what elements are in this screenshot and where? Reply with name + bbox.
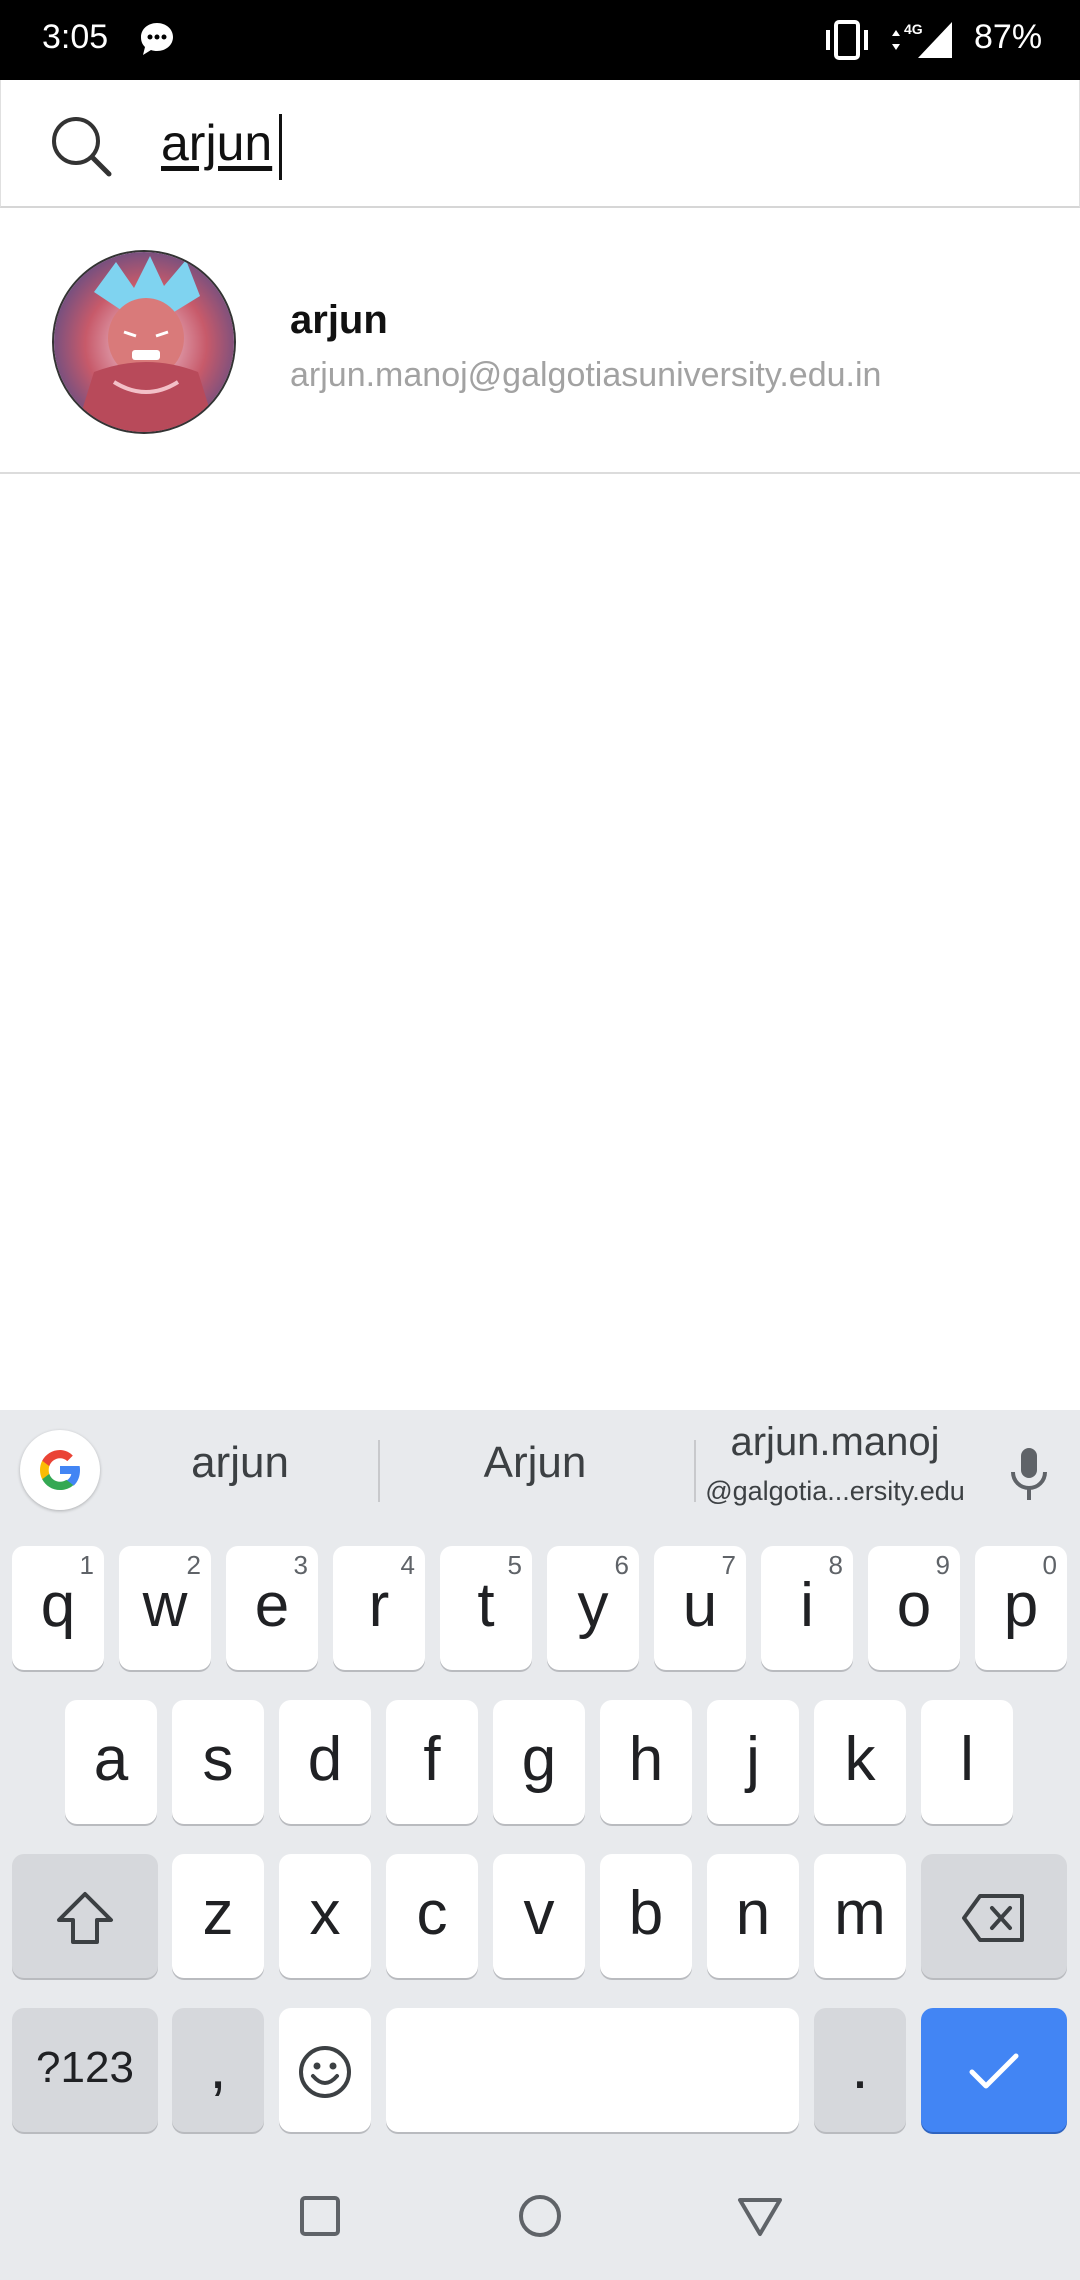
- symbols-key[interactable]: ?123: [12, 2008, 158, 2132]
- status-time: 3:05: [42, 18, 109, 56]
- backspace-key[interactable]: [921, 1854, 1067, 1978]
- key-p[interactable]: p0: [975, 1546, 1067, 1670]
- recents-icon[interactable]: [296, 2192, 344, 2240]
- message-icon: [138, 20, 176, 58]
- key-n[interactable]: n: [707, 1854, 799, 1978]
- key-h[interactable]: h: [600, 1700, 692, 1824]
- key-s[interactable]: s: [172, 1700, 264, 1824]
- text-cursor: [279, 114, 282, 180]
- vibrate-icon: [822, 18, 872, 62]
- key-o[interactable]: o9: [868, 1546, 960, 1670]
- suggestion-divider: [378, 1440, 380, 1502]
- key-j[interactable]: j: [707, 1700, 799, 1824]
- spacebar[interactable]: [386, 2008, 799, 2132]
- key-e[interactable]: e3: [226, 1546, 318, 1670]
- microphone-icon[interactable]: [1004, 1446, 1054, 1502]
- suggestion-3-detail: @galgotia...ersity.edu: [705, 1476, 965, 1506]
- search-icon: [49, 114, 115, 180]
- key-a[interactable]: a: [65, 1700, 157, 1824]
- backspace-icon: [962, 1893, 1024, 1942]
- shift-icon: [57, 1891, 113, 1944]
- key-i[interactable]: i8: [761, 1546, 853, 1670]
- key-d[interactable]: d: [279, 1700, 371, 1824]
- key-b[interactable]: b: [600, 1854, 692, 1978]
- emoji-icon: [299, 2045, 351, 2098]
- key-y[interactable]: y6: [547, 1546, 639, 1670]
- key-x[interactable]: x: [279, 1854, 371, 1978]
- list-item[interactable]: arjun arjun.manoj@galgotiasuniversity.ed…: [0, 208, 1080, 474]
- avatar: [52, 250, 236, 434]
- suggestion-1[interactable]: arjun: [120, 1438, 360, 1488]
- key-w[interactable]: w2: [119, 1546, 211, 1670]
- signal-icon: 4G: [888, 18, 958, 62]
- contact-email: arjun.manoj@galgotiasuniversity.edu.in: [290, 356, 882, 394]
- contact-name: arjun: [290, 298, 388, 342]
- search-bar[interactable]: arjun: [0, 80, 1080, 208]
- key-k[interactable]: k: [814, 1700, 906, 1824]
- emoji-key[interactable]: [279, 2008, 371, 2132]
- key-l[interactable]: l: [921, 1700, 1013, 1824]
- search-input[interactable]: arjun: [161, 114, 272, 172]
- google-icon[interactable]: [20, 1430, 100, 1510]
- suggestion-divider: [694, 1440, 696, 1502]
- shift-key[interactable]: [12, 1854, 158, 1978]
- network-type: 4G: [904, 21, 923, 37]
- key-v[interactable]: v: [493, 1854, 585, 1978]
- key-comma[interactable]: ,: [172, 2008, 264, 2132]
- home-icon[interactable]: [516, 2192, 564, 2240]
- status-bar: 3:05 4G 87%: [0, 0, 1080, 80]
- key-f[interactable]: f: [386, 1700, 478, 1824]
- battery-percent: 87%: [974, 18, 1043, 56]
- key-r[interactable]: r4: [333, 1546, 425, 1670]
- key-q[interactable]: q1: [12, 1546, 104, 1670]
- key-g[interactable]: g: [493, 1700, 585, 1824]
- key-c[interactable]: c: [386, 1854, 478, 1978]
- back-icon[interactable]: [736, 2192, 784, 2240]
- check-icon: [969, 2053, 1019, 2089]
- suggestion-3[interactable]: arjun.manoj: [700, 1420, 970, 1465]
- suggestion-strip: arjun Arjun arjun.manoj @galgotia...ersi…: [0, 1410, 1080, 1536]
- key-t[interactable]: t5: [440, 1546, 532, 1670]
- navigation-bar: [0, 2148, 1080, 2280]
- key-period[interactable]: .: [814, 2008, 906, 2132]
- done-key[interactable]: [921, 2008, 1067, 2132]
- key-m[interactable]: m: [814, 1854, 906, 1978]
- key-u[interactable]: u7: [654, 1546, 746, 1670]
- key-z[interactable]: z: [172, 1854, 264, 1978]
- suggestion-2[interactable]: Arjun: [400, 1438, 670, 1488]
